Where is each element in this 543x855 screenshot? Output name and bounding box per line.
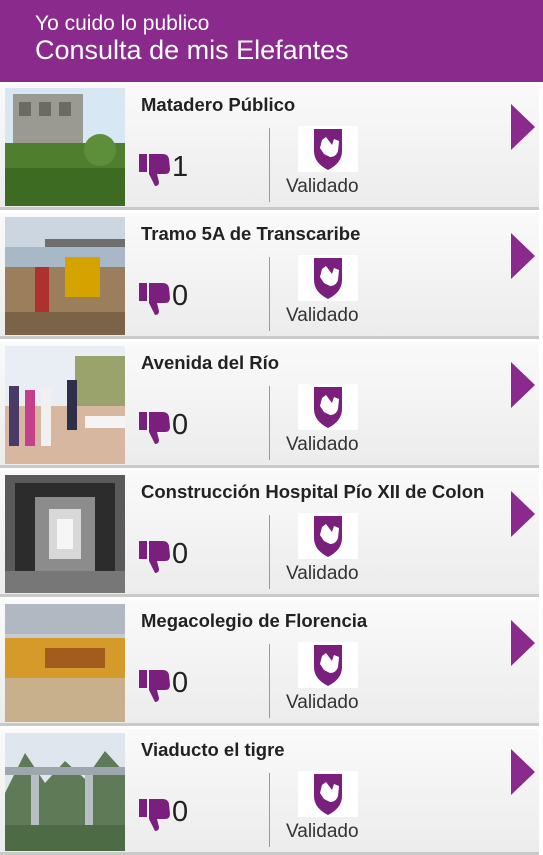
- thumbs-down-icon: [139, 412, 170, 444]
- validated-badge: [298, 126, 358, 172]
- list-item[interactable]: Megacolegio de Florencia 0 Validado: [0, 600, 539, 726]
- item-photo: [5, 217, 125, 335]
- shield-hand-icon: [314, 774, 342, 815]
- validated-badge: [298, 771, 358, 817]
- divider: [269, 773, 270, 847]
- status-label: Validado: [286, 434, 359, 455]
- divider: [269, 386, 270, 460]
- page-title: Consulta de mis Elefantes: [35, 35, 349, 65]
- list-item[interactable]: Viaducto el tigre 0 Validado: [0, 729, 539, 855]
- chevron-right-icon[interactable]: [511, 362, 535, 408]
- status-label: Validado: [286, 305, 359, 326]
- app-subtitle: Yo cuido lo publico: [35, 12, 210, 35]
- item-photo: [5, 733, 125, 851]
- chevron-right-icon[interactable]: [511, 104, 535, 150]
- validated-badge: [298, 384, 358, 430]
- divider: [269, 257, 270, 331]
- item-name: Megacolegio de Florencia: [141, 610, 368, 631]
- thumbs-down-icon: [139, 283, 170, 315]
- app-header: Yo cuido lo publico Consulta de mis Elef…: [0, 0, 543, 82]
- construction-site-photo: [5, 88, 125, 206]
- riverside-avenue-photo: [5, 346, 125, 464]
- shield-hand-icon: [314, 387, 342, 428]
- thumbs-down-icon: [139, 670, 170, 702]
- status-label: Validado: [286, 563, 359, 584]
- dislike-count: 1: [172, 151, 189, 183]
- chevron-right-icon[interactable]: [511, 233, 535, 279]
- shield-hand-icon: [314, 129, 342, 170]
- dislike-count: 0: [172, 796, 189, 828]
- status-label: Validado: [286, 692, 359, 713]
- item-photo: [5, 346, 125, 464]
- viaduct-photo: [5, 733, 125, 851]
- thumbs-down-icon: [139, 541, 170, 573]
- divider: [269, 644, 270, 718]
- status-label: Validado: [286, 821, 359, 842]
- thumbs-down-icon: [139, 154, 170, 186]
- item-name: Viaducto el tigre: [141, 739, 285, 760]
- list-item[interactable]: Construcción Hospital Pío XII de Colon 0…: [0, 471, 539, 597]
- list-item[interactable]: Tramo 5A de Transcaribe 0 Validado: [0, 213, 539, 339]
- dislike-count: 0: [172, 409, 189, 441]
- item-photo: [5, 604, 125, 722]
- chevron-right-icon[interactable]: [511, 620, 535, 666]
- validated-badge: [298, 642, 358, 688]
- dislike-count: 0: [172, 667, 189, 699]
- chevron-right-icon[interactable]: [511, 749, 535, 795]
- shield-hand-icon: [314, 258, 342, 299]
- chevron-right-icon[interactable]: [511, 491, 535, 537]
- divider: [269, 515, 270, 589]
- dislike-count: 0: [172, 280, 189, 312]
- dislike-count: 0: [172, 538, 189, 570]
- shield-hand-icon: [314, 645, 342, 686]
- item-photo: [5, 475, 125, 593]
- shield-hand-icon: [314, 516, 342, 557]
- list-item[interactable]: Matadero Público 1 Validado: [0, 84, 539, 210]
- item-name: Avenida del Río: [141, 352, 280, 373]
- validated-badge: [298, 513, 358, 559]
- status-label: Validado: [286, 176, 359, 197]
- hospital-corridor-photo: [5, 475, 125, 593]
- roadworks-photo: [5, 217, 125, 335]
- thumbs-down-icon: [139, 799, 170, 831]
- school-building-photo: [5, 604, 125, 722]
- validated-badge: [298, 255, 358, 301]
- list-item[interactable]: Avenida del Río 0 Validado: [0, 342, 539, 468]
- item-name: Tramo 5A de Transcaribe: [141, 223, 361, 244]
- item-photo: [5, 88, 125, 206]
- item-name: Matadero Público: [141, 94, 296, 115]
- divider: [269, 128, 270, 202]
- item-name: Construcción Hospital Pío XII de Colon: [141, 481, 485, 502]
